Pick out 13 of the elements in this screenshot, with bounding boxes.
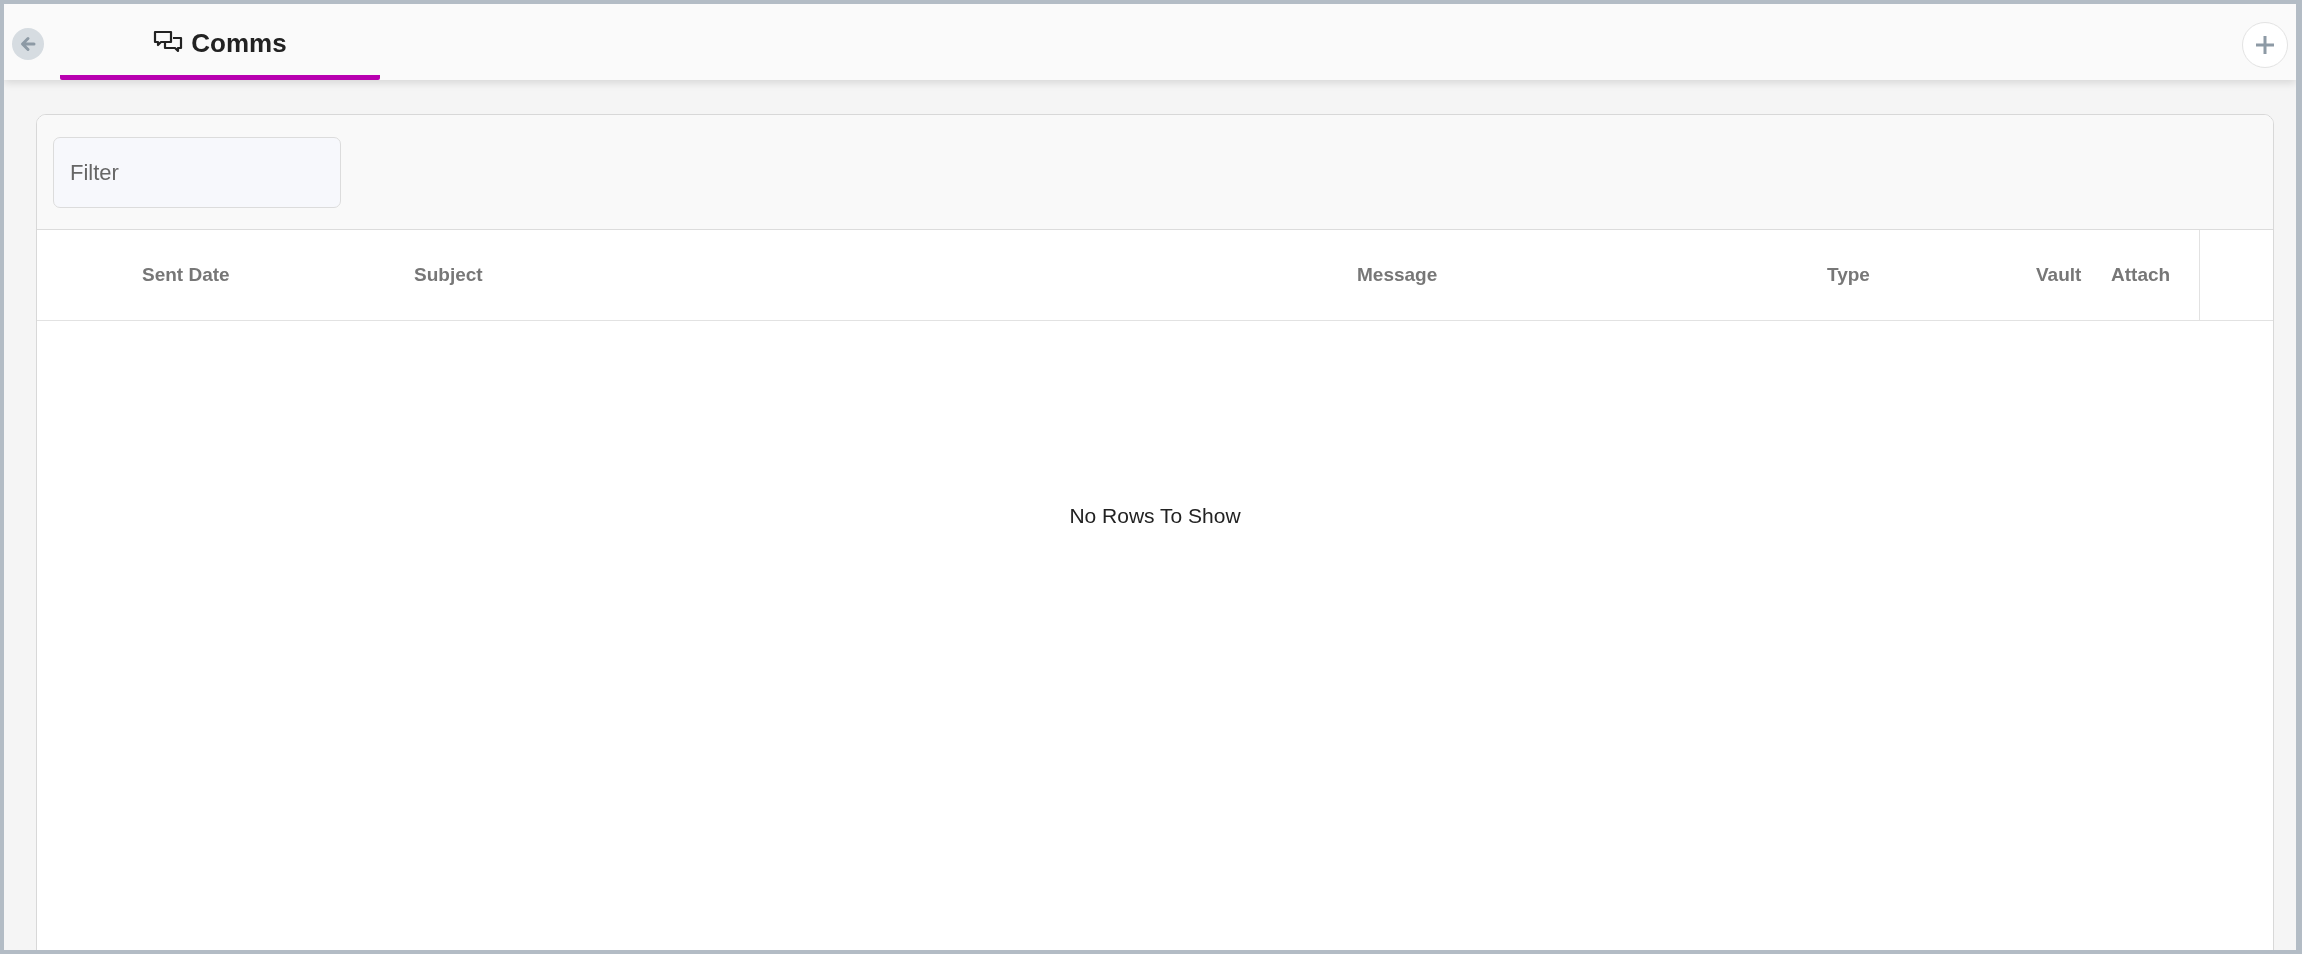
column-header[interactable]: Subject xyxy=(414,264,483,286)
empty-message: No Rows To Show xyxy=(1069,504,1241,528)
filter-field[interactable]: Filter xyxy=(53,137,341,208)
add-button[interactable] xyxy=(2242,22,2288,68)
column-header[interactable]: Attach xyxy=(2111,264,2171,286)
left-arrow-icon xyxy=(18,34,38,54)
column-header[interactable]: Sent Date xyxy=(142,264,230,286)
column-header[interactable]: Vault xyxy=(2036,264,2082,286)
column-header[interactable]: Message xyxy=(1357,264,1438,286)
column-header[interactable]: Type xyxy=(1827,264,1870,286)
plus-icon xyxy=(2254,34,2276,56)
tab[interactable]: Comms xyxy=(60,4,380,80)
back-button[interactable] xyxy=(12,28,44,60)
